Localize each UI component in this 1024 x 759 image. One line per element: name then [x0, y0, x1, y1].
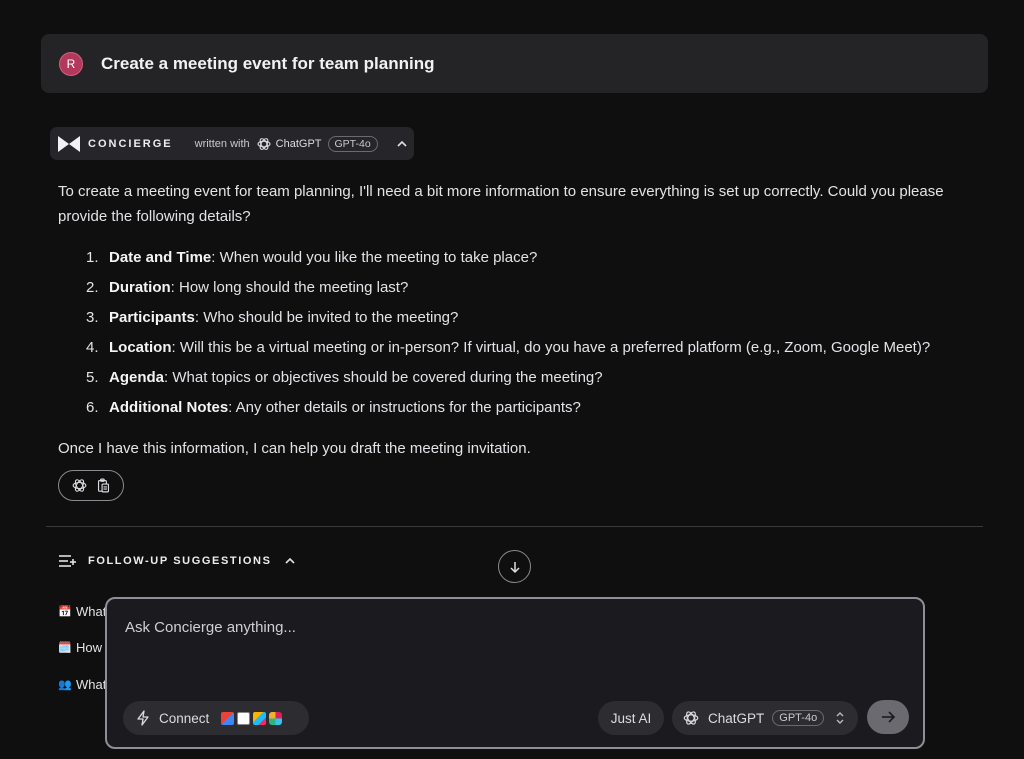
chevron-up-down-icon — [836, 712, 844, 724]
followup-title: FOLLOW-UP SUGGESTIONS — [88, 555, 272, 567]
list-item: 5. Agenda: What topics or objectives sho… — [86, 366, 966, 396]
connect-label: Connect — [159, 710, 210, 726]
model-badge: GPT-4o — [327, 135, 378, 152]
list-item-number: 5. — [86, 369, 99, 386]
section-divider — [46, 526, 983, 527]
response-closing: Once I have this information, I can help… — [58, 440, 531, 457]
list-item-label: Additional Notes — [109, 399, 229, 416]
followup-suggestions-header[interactable]: FOLLOW-UP SUGGESTIONS — [58, 552, 296, 570]
chat-page: R Create a meeting event for team planni… — [0, 0, 1024, 759]
list-item: 1. Date and Time: When would you like th… — [86, 246, 966, 276]
airtable-icon — [253, 711, 267, 725]
list-item: 4. Location: Will this be a virtual meet… — [86, 336, 966, 366]
gmail-icon — [221, 711, 235, 725]
list-item-label: Duration — [109, 279, 171, 296]
just-ai-button[interactable]: Just AI — [598, 701, 664, 735]
copy-clipboard-icon[interactable] — [95, 477, 112, 494]
chatgpt-logo-icon — [257, 137, 271, 150]
model-badge: GPT-4o — [772, 710, 825, 726]
response-intro: To create a meeting event for team plann… — [58, 183, 944, 225]
list-item-label: Date and Time — [109, 249, 212, 266]
list-item-number: 6. — [86, 399, 99, 416]
list-item-number: 4. — [86, 339, 99, 356]
avatar[interactable]: R — [59, 51, 83, 76]
calendar-emoji-icon: 🗓️ — [58, 642, 72, 654]
notion-icon — [237, 711, 251, 725]
list-item-text: : Any other details or instructions for … — [228, 399, 581, 416]
list-item-label: Agenda — [109, 369, 165, 386]
list-item-label: Location — [109, 339, 172, 356]
send-button[interactable] — [867, 700, 909, 734]
integration-icons — [221, 711, 283, 725]
model-provider-label: ChatGPT — [275, 137, 322, 150]
concierge-brand-label: CONCIERGE — [88, 137, 173, 150]
list-item-number: 1. — [86, 249, 99, 266]
list-item-text: : Who should be invited to the meeting? — [194, 309, 459, 326]
list-item: 6. Additional Notes: Any other details o… — [86, 396, 966, 426]
list-item-number: 2. — [86, 279, 99, 296]
calendar-emoji-icon: 📅 — [58, 606, 72, 618]
message-composer: Connect Just AI ChatGPT GPT-4o — [105, 597, 925, 749]
slack-icon — [269, 711, 283, 725]
suggestion-text: How — [76, 640, 103, 655]
suggestion-text: What — [76, 604, 107, 619]
message-input[interactable] — [125, 619, 885, 636]
list-add-icon — [59, 555, 76, 567]
list-item-text: : Will this be a virtual meeting or in-p… — [171, 339, 931, 356]
model-selector[interactable]: ChatGPT GPT-4o — [672, 701, 858, 735]
conversation-header: R Create a meeting event for team planni… — [41, 34, 988, 93]
chevron-up-icon[interactable] — [284, 555, 296, 567]
list-item: 2. Duration: How long should the meeting… — [86, 276, 966, 306]
list-item-text: : When would you like the meeting to tak… — [211, 249, 538, 266]
concierge-attribution-pill[interactable]: CONCIERGE written with ChatGPT GPT-4o — [50, 127, 414, 160]
list-item-label: Participants — [109, 309, 195, 326]
lightning-bolt-icon — [137, 710, 149, 726]
written-with-label: written with — [194, 137, 250, 150]
concierge-logo-icon — [58, 135, 80, 152]
arrow-down-icon — [509, 561, 520, 573]
details-list: 1. Date and Time: When would you like th… — [86, 246, 966, 426]
list-item-text: : What topics or objectives should be co… — [164, 369, 603, 386]
model-provider-label: ChatGPT — [708, 710, 765, 726]
page-title: Create a meeting event for team planning — [101, 53, 435, 73]
list-item: 3. Participants: Who should be invited t… — [86, 306, 966, 336]
arrow-right-icon — [882, 711, 896, 723]
people-emoji-icon: 👥 — [58, 679, 72, 691]
list-item-number: 3. — [86, 309, 99, 326]
connect-button[interactable]: Connect — [123, 701, 309, 735]
regenerate-chatgpt-icon[interactable] — [71, 477, 88, 494]
chatgpt-logo-icon — [683, 711, 699, 725]
scroll-down-button[interactable] — [498, 550, 531, 583]
chevron-up-icon[interactable] — [396, 138, 408, 150]
list-item-text: : How long should the meeting last? — [170, 279, 409, 296]
response-actions — [58, 470, 124, 501]
suggestion-text: What — [76, 677, 107, 692]
